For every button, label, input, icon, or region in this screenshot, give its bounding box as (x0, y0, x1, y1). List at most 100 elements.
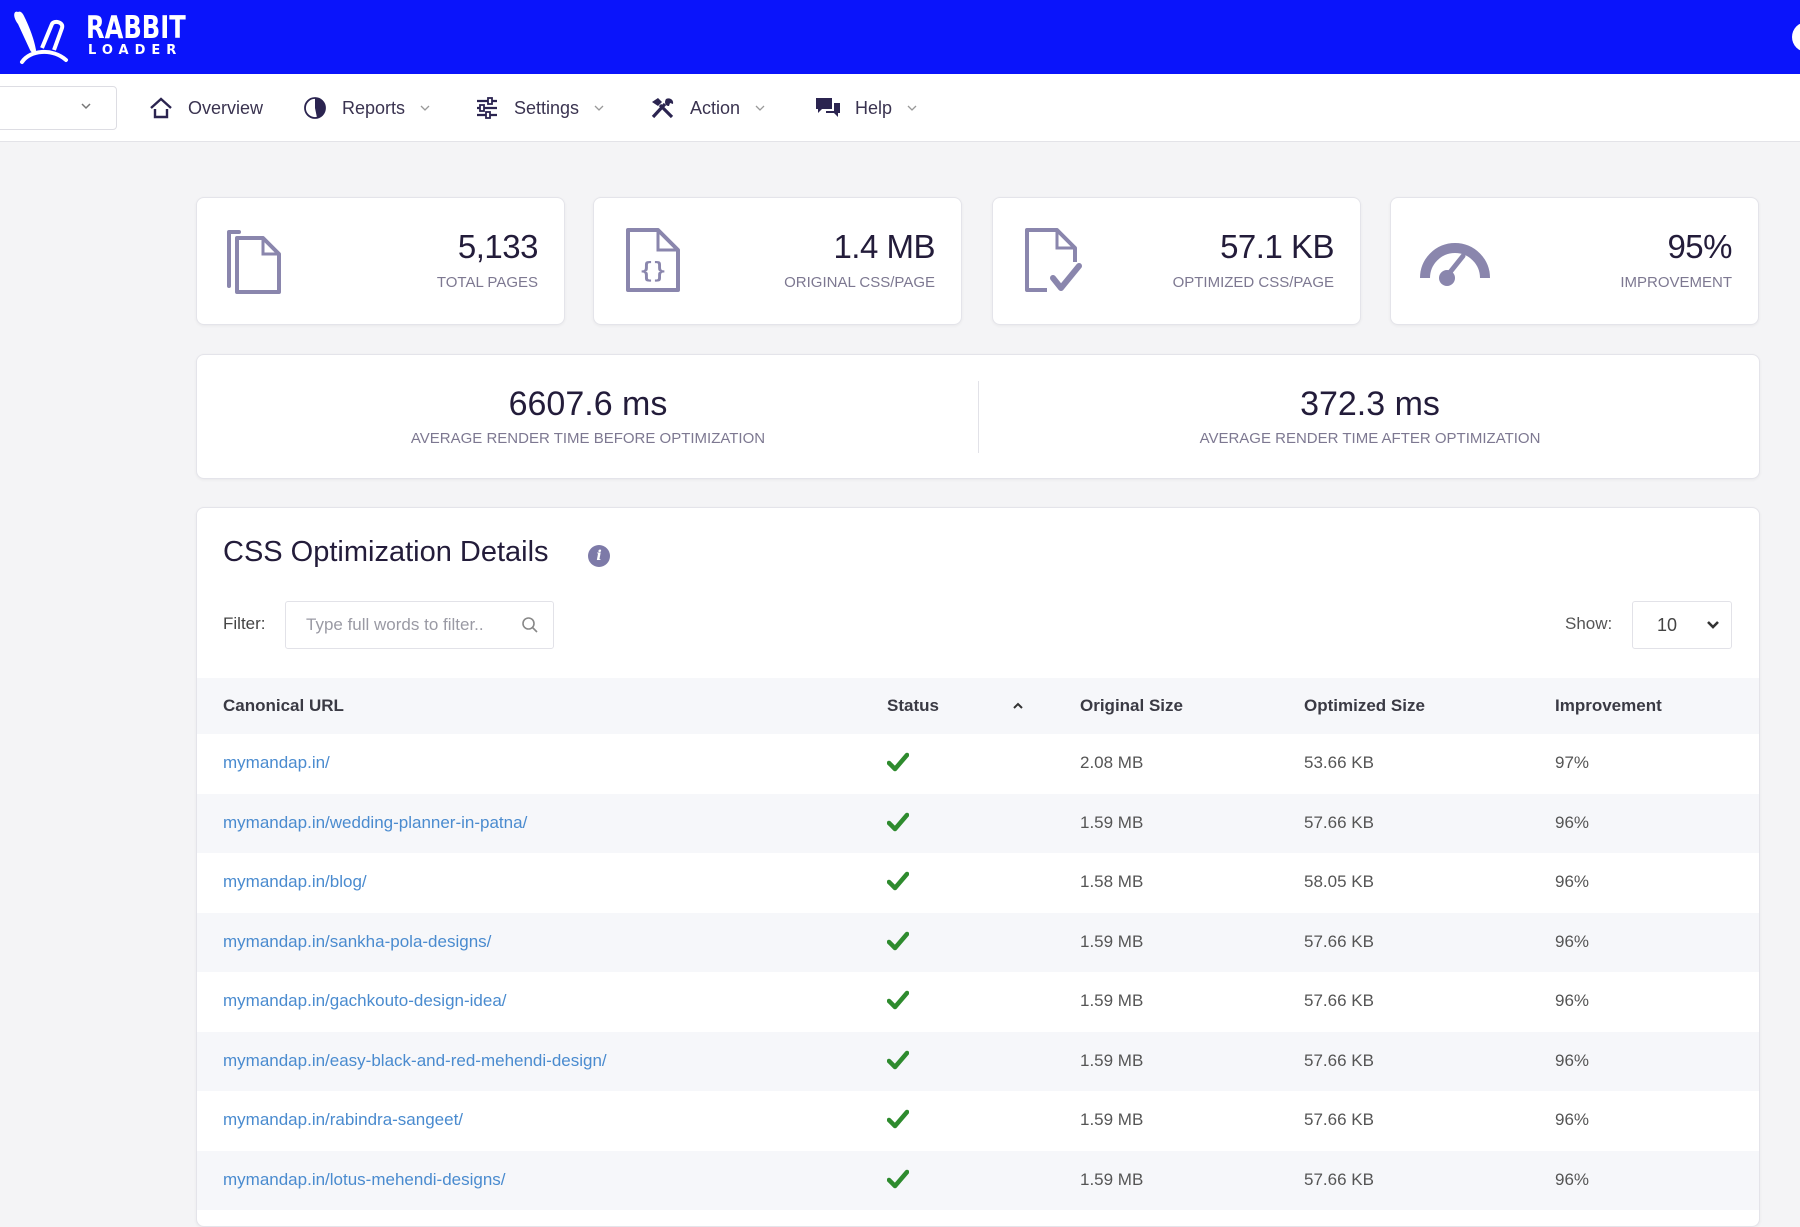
speedometer-icon (1419, 224, 1490, 296)
chevron-down-icon (1705, 618, 1721, 637)
nav-help[interactable]: Help (815, 92, 918, 124)
check-icon (886, 931, 910, 956)
site-select[interactable] (0, 86, 117, 130)
pie-chart-icon (302, 95, 328, 121)
stat-label: ORIGINAL CSS/PAGE (784, 274, 935, 291)
url-link[interactable]: mymandap.in/sankha-pola-designs/ (223, 932, 491, 952)
sort-ascending-icon[interactable] (1012, 698, 1024, 716)
filter-field[interactable] (285, 601, 554, 649)
original-size: 1.59 MB (1080, 812, 1144, 832)
table-row: mymandap.in/sankha-pola-designs/ 1.59 MB… (197, 912, 1759, 972)
render-after: 372.3 ms AVERAGE RENDER TIME AFTER OPTIM… (979, 355, 1761, 480)
column-header-improvement[interactable]: Improvement (1555, 696, 1662, 716)
table-row: mymandap.in/lotus-mehendi-designs/ 1.59 … (197, 1150, 1759, 1210)
sliders-icon (474, 95, 500, 121)
check-icon (886, 812, 910, 837)
page-size-value: 10 (1657, 615, 1678, 635)
filter-label: Filter: (223, 614, 266, 633)
user-avatar[interactable] (1792, 22, 1800, 52)
optimized-size: 57.66 KB (1304, 931, 1374, 951)
css-optimization-details: CSS Optimization Details i Filter: Show:… (196, 507, 1760, 1227)
stat-value: 5,133 (457, 228, 539, 265)
optimized-size: 57.66 KB (1304, 1169, 1374, 1189)
info-icon[interactable]: i (588, 545, 610, 567)
stat-label: TOTAL PAGES (436, 274, 538, 291)
check-icon (886, 1169, 910, 1194)
nav-settings[interactable]: Settings (474, 92, 605, 124)
stat-label: OPTIMIZED CSS/PAGE (1172, 274, 1334, 291)
original-size: 2.08 MB (1080, 753, 1144, 772)
table-row: mymandap.in/ 2.08 MB 53.66 KB 97% (197, 734, 1759, 794)
column-header-original-size[interactable]: Original Size (1080, 696, 1183, 716)
file-check-icon (1021, 224, 1085, 296)
column-header-optimized-size[interactable]: Optimized Size (1304, 696, 1425, 716)
url-link[interactable]: mymandap.in/blog/ (223, 872, 367, 892)
chevron-down-icon (419, 103, 431, 113)
url-link[interactable]: mymandap.in/ (223, 753, 330, 773)
table-row: mymandap.in/blog/ 1.58 MB 58.05 KB 96% (197, 853, 1759, 913)
rabbit-loader-logo[interactable]: RABBIT LOADER (12, 4, 214, 68)
stat-card-original-css: {} 1.4 MB ORIGINAL CSS/PAGE (593, 197, 962, 325)
optimized-size: 58.05 KB (1304, 872, 1374, 891)
nav-overview[interactable]: Overview (148, 92, 263, 124)
filter-input[interactable] (286, 602, 516, 648)
tools-icon (650, 95, 676, 121)
show-label: Show: (1565, 614, 1613, 633)
table-row: mymandap.in/gachkouto-design-idea/ 1.59 … (197, 972, 1759, 1032)
stat-label: IMPROVEMENT (1620, 274, 1732, 291)
url-link[interactable]: mymandap.in/easy-black-and-red-mehendi-d… (223, 1051, 607, 1071)
optimized-size: 57.66 KB (1304, 991, 1374, 1010)
original-size: 1.59 MB (1080, 1110, 1144, 1129)
stat-card-improvement: 95% IMPROVEMENT (1390, 197, 1759, 325)
render-before-value: 6607.6 ms (508, 385, 668, 423)
original-size: 1.59 MB (1080, 1050, 1144, 1070)
nav-action[interactable]: Action (650, 92, 766, 124)
improvement: 96% (1555, 1110, 1590, 1129)
home-icon (148, 95, 174, 121)
chevron-down-icon (593, 103, 605, 113)
render-after-value: 372.3 ms (1300, 385, 1440, 423)
stat-value: 95% (1667, 228, 1732, 265)
brand-name: RABBIT (86, 10, 186, 46)
search-icon[interactable] (521, 616, 539, 639)
chevron-down-icon (754, 103, 766, 113)
nav-reports[interactable]: Reports (302, 92, 431, 124)
optimized-size: 57.66 KB (1304, 1110, 1374, 1129)
nav-label: Reports (342, 97, 406, 118)
url-link[interactable]: mymandap.in/gachkouto-design-idea/ (223, 991, 507, 1011)
url-link[interactable]: mymandap.in/rabindra-sangeet/ (223, 1110, 463, 1130)
chat-icon (815, 95, 841, 121)
url-link[interactable]: mymandap.in/wedding-planner-in-patna/ (223, 813, 527, 833)
check-icon (886, 1109, 910, 1134)
check-icon (886, 871, 910, 896)
original-size: 1.59 MB (1080, 991, 1144, 1010)
column-header-status[interactable]: Status (887, 696, 939, 716)
main-nav: Overview Reports Settings Action Help (0, 74, 1800, 142)
render-after-label: AVERAGE RENDER TIME AFTER OPTIMIZATION (1199, 430, 1541, 447)
improvement: 96% (1555, 991, 1590, 1010)
svg-text:{}: {} (640, 259, 667, 284)
improvement: 97% (1555, 753, 1590, 772)
rabbit-ears-icon (14, 11, 68, 64)
table-row: mymandap.in/wedding-planner-in-patna/ 1.… (197, 793, 1759, 853)
check-icon (886, 752, 910, 777)
table-header: Canonical URL Status Original Size Optim… (197, 678, 1759, 734)
nav-label: Help (855, 97, 893, 118)
url-link[interactable]: mymandap.in/lotus-mehendi-designs/ (223, 1170, 506, 1190)
improvement: 96% (1555, 1169, 1590, 1189)
page-size-select[interactable]: 10 (1632, 601, 1732, 649)
nav-label: Action (690, 97, 741, 118)
nav-label: Overview (188, 97, 264, 118)
column-header-url[interactable]: Canonical URL (223, 696, 344, 716)
improvement: 96% (1555, 1050, 1590, 1070)
css-file-icon: {} (622, 224, 686, 296)
original-size: 1.58 MB (1080, 872, 1144, 891)
render-before: 6607.6 ms AVERAGE RENDER TIME BEFORE OPT… (197, 355, 979, 480)
optimized-size: 53.66 KB (1304, 753, 1374, 772)
render-before-label: AVERAGE RENDER TIME BEFORE OPTIMIZATION (410, 430, 766, 447)
table-body: mymandap.in/ 2.08 MB 53.66 KB 97% mymand… (197, 734, 1759, 1210)
optimized-size: 57.66 KB (1304, 1050, 1374, 1070)
table-row: mymandap.in/rabindra-sangeet/ 1.59 MB 57… (197, 1091, 1759, 1151)
improvement: 96% (1555, 812, 1590, 832)
optimized-size: 57.66 KB (1304, 812, 1374, 832)
